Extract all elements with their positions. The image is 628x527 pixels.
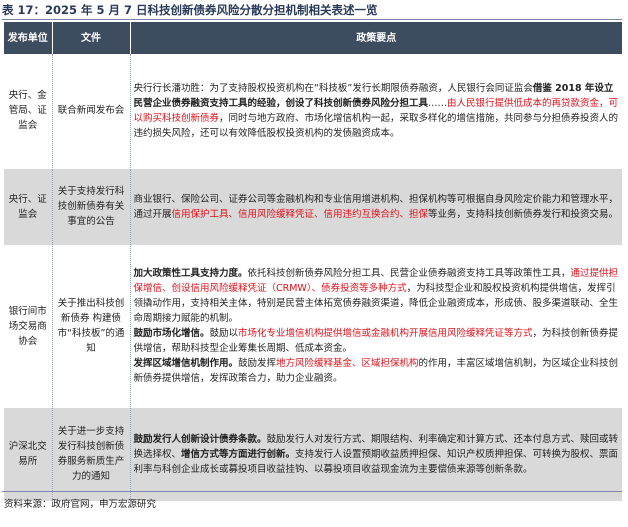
issuer-cell: 银行间市场交易商协会 bbox=[4, 245, 53, 408]
table-row: 沪深北交易所 关于进一步支持发行科技创新债券服务新质生产力的通知 鼓励发行人创新… bbox=[4, 407, 622, 502]
document-cell: 关于推出科技创新债券 构建债市“科技板”的通知 bbox=[52, 245, 131, 408]
points-text: 鼓励以 bbox=[209, 328, 239, 339]
document-cell: 关于进一步支持发行科技创新债券服务新质生产力的通知 bbox=[52, 407, 131, 502]
issuer-cell: 央行、金管局、证监会 bbox=[4, 54, 53, 169]
document-cell: 关于支持发行科技创新债券有关事宜的公告 bbox=[52, 168, 131, 246]
table-header-row: 发布单位 文件 政策要点 bbox=[4, 22, 622, 54]
points-text: 央行行长潘功胜：为了支持股权投资机构在“科技板”发行长期限债券融资，人民银行会同… bbox=[133, 82, 533, 94]
points-bold-text: 鼓励发行人创新设计债券条款。 bbox=[133, 433, 267, 445]
source-divider bbox=[2, 491, 622, 492]
document-cell: 联合新闻发布会 bbox=[52, 54, 131, 169]
points-cell: 商业银行、保险公司、证券公司等金融机构和专业信用增进机构、担保机构等可根据自身风… bbox=[130, 168, 622, 246]
table-row: 央行、证监会 关于支持发行科技创新债券有关事宜的公告 商业银行、保险公司、证券公… bbox=[4, 168, 622, 246]
points-text: 等业务，支持科技创新债券发行和投资交易。 bbox=[428, 208, 619, 220]
points-bold-text: 发挥区域增信机制作用。 bbox=[133, 358, 239, 369]
points-bold-text: 加大政策性工具支持力度。 bbox=[133, 268, 248, 279]
policy-table: 发布单位 文件 政策要点 央行、金管局、证监会 联合新闻发布会 央行行长潘功胜：… bbox=[4, 22, 622, 502]
issuer-cell: 沪深北交易所 bbox=[4, 407, 53, 502]
points-text: 依托科技创新债券风险分担工具、民营企业债券融资支持工具等政策性工具， bbox=[247, 268, 571, 279]
points-bold-text: 鼓励市场化增信。 bbox=[133, 328, 210, 339]
points-cell: 加大政策性工具支持力度。依托科技创新债券风险分担工具、民营企业债券融资支持工具等… bbox=[130, 245, 622, 408]
source-note: 资料来源：政府官网，申万宏源研究 bbox=[4, 499, 157, 510]
table-row: 银行间市场交易商协会 关于推出科技创新债券 构建债市“科技板”的通知 加大政策性… bbox=[4, 245, 622, 408]
points-bold-text: 增信方式等方面进行创新。 bbox=[181, 448, 296, 460]
points-text: 鼓励发挥 bbox=[238, 358, 277, 369]
header-points: 政策要点 bbox=[130, 22, 622, 54]
table-title: 表 17：2025 年 5 月 7 日科技创新债券风险分散分担机制相关表述一览 bbox=[2, 3, 378, 17]
header-issuer: 发布单位 bbox=[4, 22, 53, 54]
title-divider bbox=[2, 19, 622, 20]
points-cell: 央行行长潘功胜：为了支持股权投资机构在“科技板”发行长期限债券融资，人民银行会同… bbox=[130, 54, 622, 169]
points-highlight-text: 信用保护工具、信用风险缓释凭证、信用违约互换合约、担保 bbox=[171, 208, 429, 220]
issuer-cell: 央行、证监会 bbox=[4, 168, 53, 246]
table-row: 央行、金管局、证监会 联合新闻发布会 央行行长潘功胜：为了支持股权投资机构在“科… bbox=[4, 54, 622, 169]
points-highlight-text: 地方风险缓释基金、区域担保机构 bbox=[276, 358, 419, 369]
points-cell: 鼓励发行人创新设计债券条款。鼓励发行人对发行方式、期限结构、利率确定和计算方式、… bbox=[130, 407, 622, 502]
points-text: …… bbox=[428, 97, 448, 109]
header-document: 文件 bbox=[52, 22, 131, 54]
points-highlight-text: 市场化专业增信机构提供增信或金融机构开展信用风险缓释凭证等方式 bbox=[238, 328, 533, 339]
